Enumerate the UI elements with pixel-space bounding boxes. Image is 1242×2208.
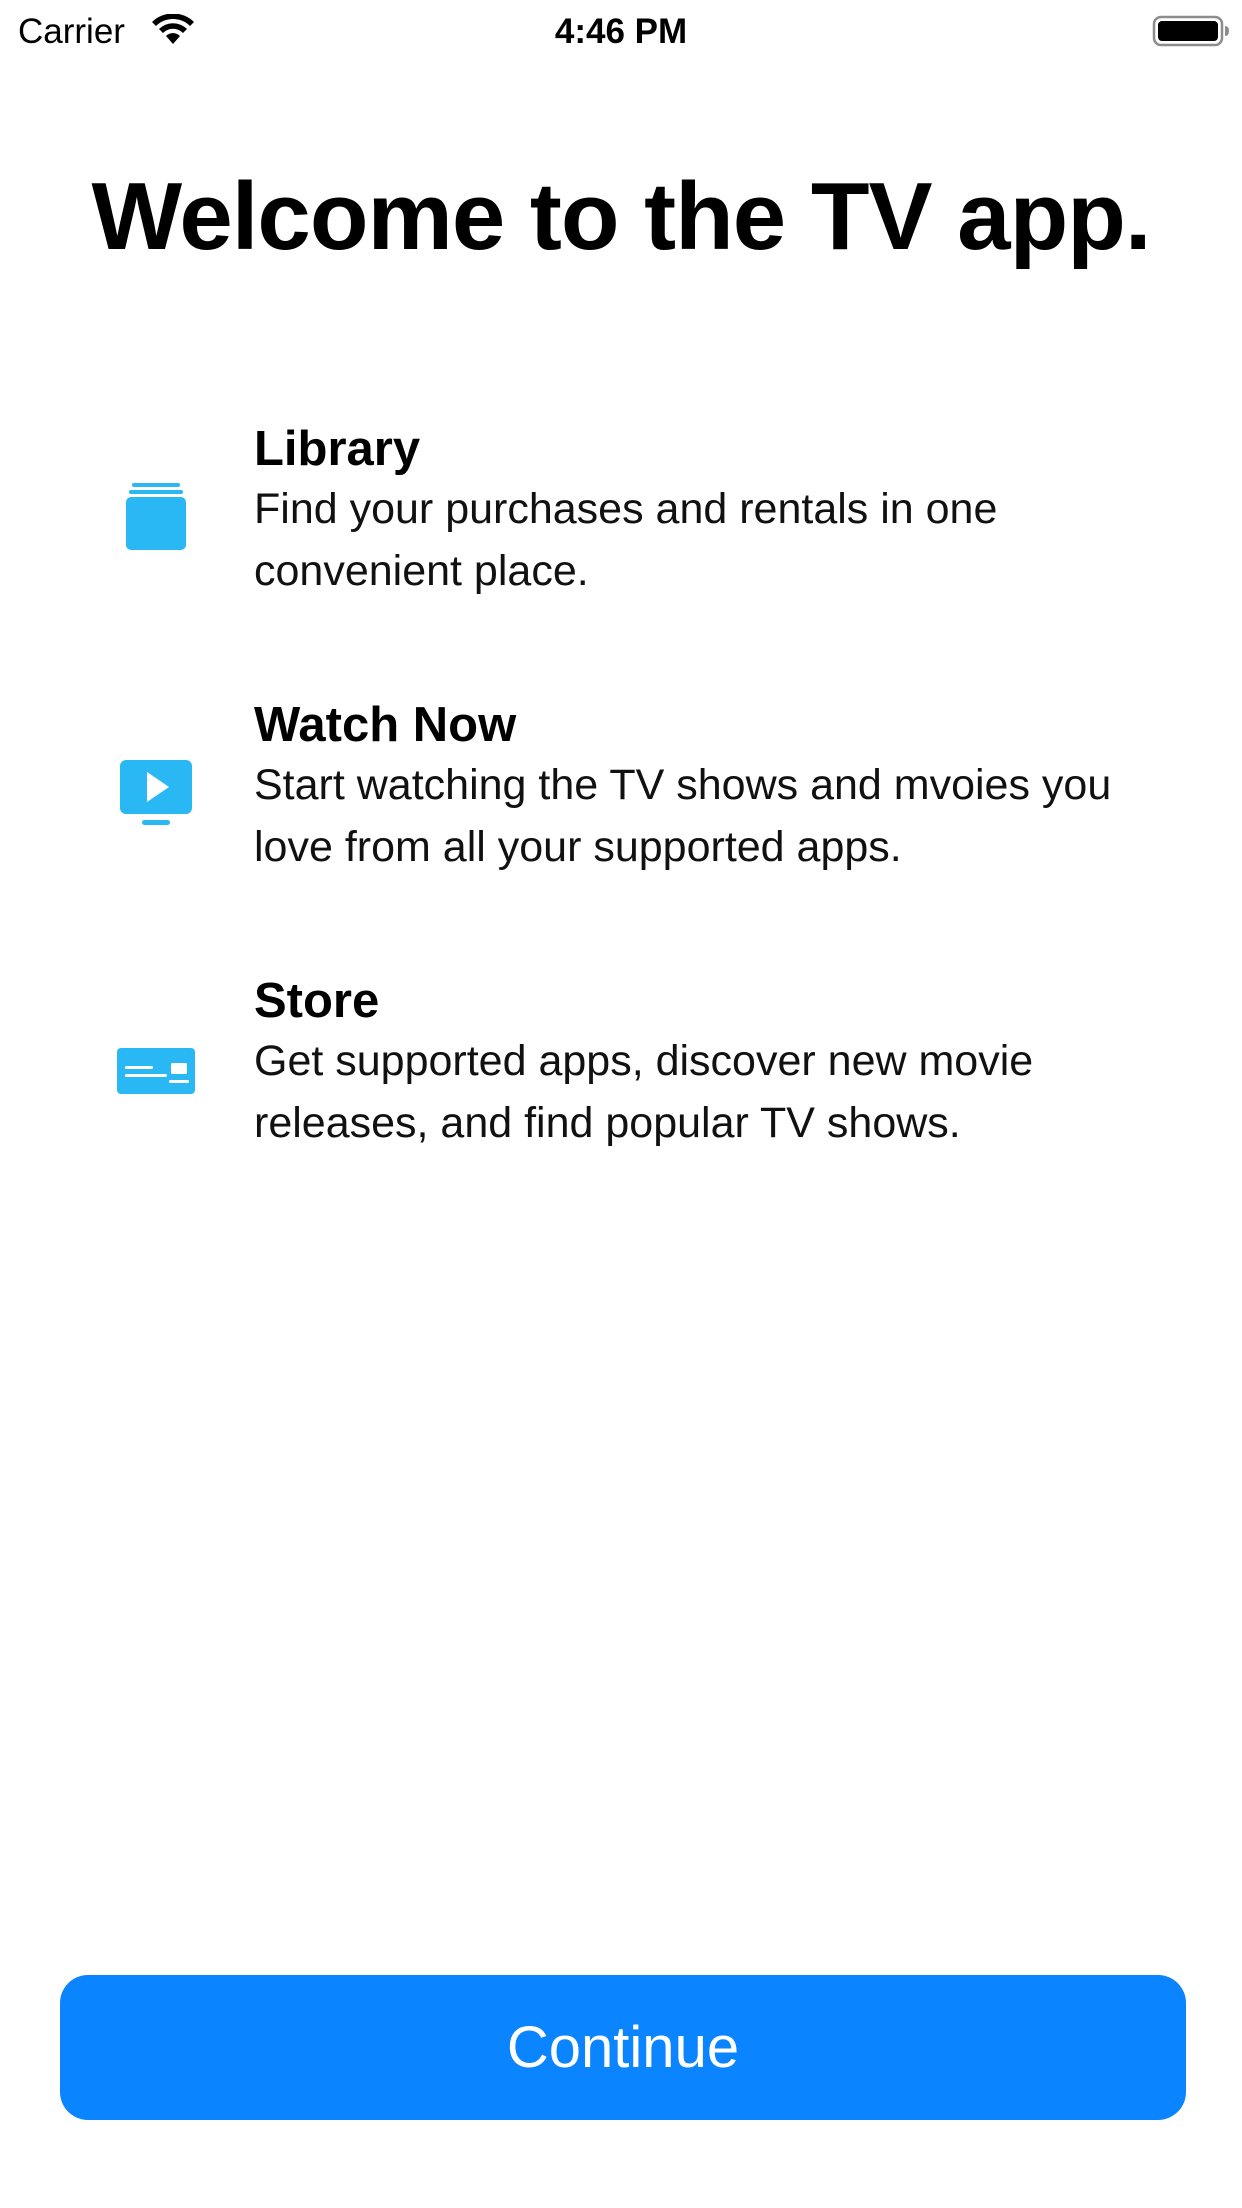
status-bar: Carrier 4:46 PM [0,0,1242,62]
feature-heading: Store [254,974,380,1028]
feature-watch-now-text: Watch Now Start watching the TV shows an… [254,696,1154,878]
page-title: Welcome to the TV app. [91,163,1151,270]
feature-store-text: Store Get supported apps, discover new m… [254,972,1154,1154]
battery-icon [1152,14,1232,48]
feature-description: Start watching the TV shows and mvoies y… [254,761,1112,871]
feature-description: Get supported apps, discover new movie r… [254,1037,1034,1147]
tv-play-icon [116,754,196,834]
feature-library-text: Library Find your purchases and rentals … [254,420,1154,602]
feature-heading: Library [254,422,421,476]
feature-description: Find your purchases and rentals in one c… [254,485,998,595]
library-stack-icon [116,478,196,558]
feature-heading: Watch Now [254,698,517,752]
status-time: 4:46 PM [554,12,688,51]
store-card-icon [116,1030,196,1110]
continue-button[interactable]: Continue [60,1975,1186,2120]
